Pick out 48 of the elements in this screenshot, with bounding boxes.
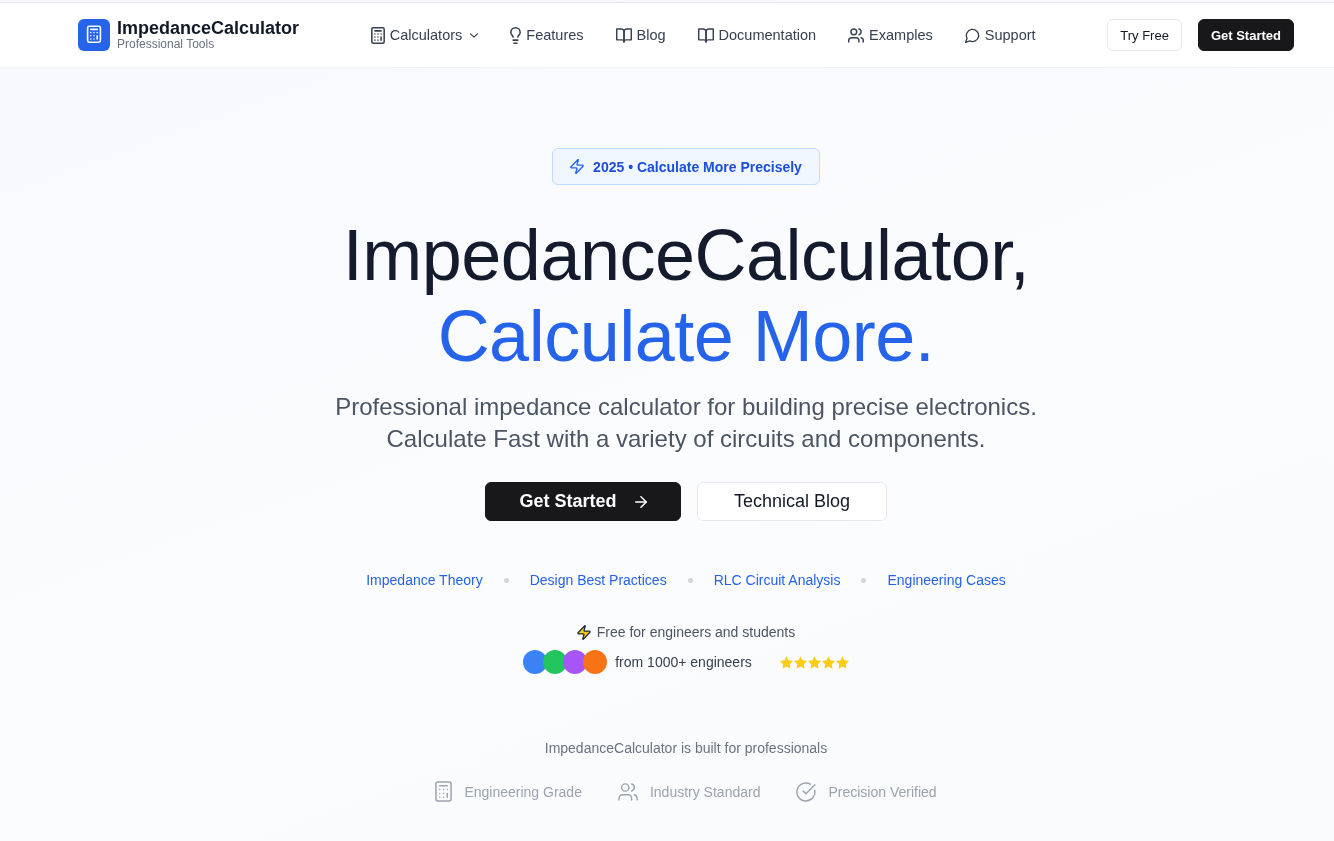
nav-link[interactable]: Features	[510, 25, 584, 45]
social-proof-text: from 1000+ engineers	[615, 653, 752, 672]
get-started-button[interactable]: Get Started	[485, 482, 681, 521]
calculator-icon	[370, 26, 385, 44]
get-started-button[interactable]: Get Started	[1197, 19, 1294, 51]
calculator-icon	[435, 781, 453, 802]
star-icon	[821, 655, 835, 669]
hero-subtitle: Professional impedance calculator for building precise electronics.	[335, 392, 1037, 422]
book-icon	[615, 27, 632, 43]
trust-label: Engineering Grade	[464, 782, 582, 802]
brand-tagline: Professional Tools	[117, 38, 215, 51]
users-icon	[848, 27, 865, 43]
hero-subtitle: Calculate Fast with a variety of circuits and components.	[386, 424, 986, 454]
trust-label: Precision Verified	[828, 782, 937, 802]
lightbulb-icon	[510, 26, 522, 44]
topic-link[interactable]: Engineering Cases	[887, 570, 1006, 590]
separator-dot-icon	[861, 577, 867, 583]
separator-dot-icon	[687, 577, 693, 583]
star-icon	[807, 655, 821, 669]
topic-link[interactable]: Design Best Practices	[529, 570, 667, 590]
trust-heading: ImpedanceCalculator is built for professionals	[544, 739, 828, 758]
hero-title: ImpedanceCalculator,	[342, 215, 1030, 296]
lightning-icon	[576, 624, 591, 640]
nav-link[interactable]: Support	[964, 25, 1036, 45]
nav-link[interactable]: Documentation	[697, 25, 817, 45]
users-icon	[617, 782, 638, 801]
trust-label: Industry Standard	[649, 782, 761, 802]
arrow-right-icon	[634, 495, 647, 508]
separator-dot-icon	[503, 577, 509, 583]
nav-link[interactable]: Examples	[848, 25, 933, 45]
calculator-logo-icon[interactable]	[78, 19, 110, 51]
nav-link[interactable]: Blog	[615, 25, 666, 45]
check-circle-icon	[796, 781, 817, 802]
star-icon	[779, 655, 793, 669]
free-note: Free for engineers and students	[596, 623, 796, 642]
badge-text: 2025 • Calculate More Precisely	[593, 158, 802, 175]
topic-link[interactable]: RLC Circuit Analysis	[713, 570, 841, 590]
star-icon	[793, 655, 807, 669]
book-icon	[697, 27, 714, 43]
brand-name[interactable]: ImpedanceCalculator	[117, 19, 300, 38]
nav-link[interactable]: Calculators	[370, 25, 479, 45]
chat-bubble-icon	[964, 27, 980, 43]
lightning-icon	[570, 159, 585, 174]
star-icon	[835, 655, 849, 669]
hero-title-highlight: Calculate More.	[437, 296, 935, 377]
topic-link[interactable]: Impedance Theory	[366, 570, 483, 590]
technical-blog-button[interactable]: Technical Blog	[697, 482, 887, 521]
try-free-button[interactable]: Try Free	[1107, 19, 1182, 51]
